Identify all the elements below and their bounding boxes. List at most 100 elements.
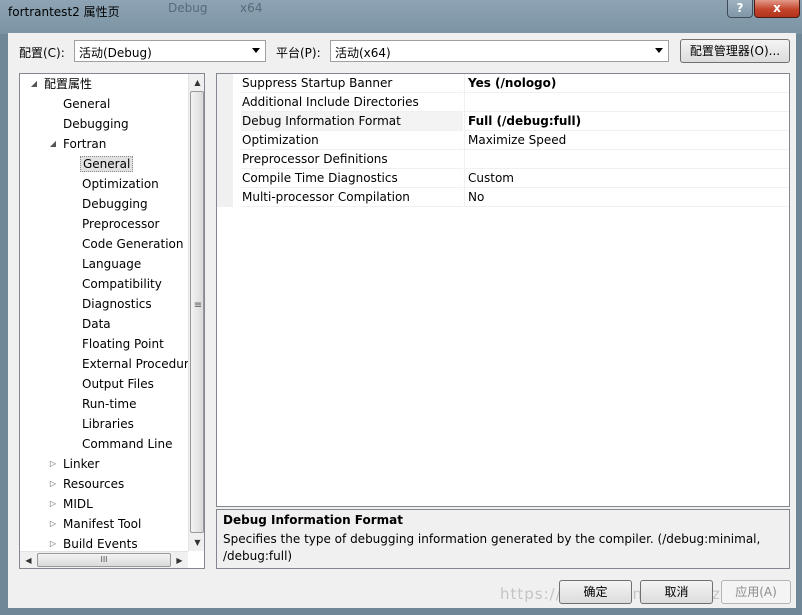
description-line: Specifies the type of debugging informat… [223, 532, 761, 546]
property-name: Multi-processor Compilation [241, 188, 463, 207]
help-button[interactable]: ? [727, 0, 753, 18]
property-value[interactable]: Yes (/nologo) [464, 74, 789, 93]
tree-node-label: General [80, 156, 134, 172]
property-row[interactable]: Multi-processor Compilation No [217, 188, 789, 207]
property-grid[interactable]: Suppress Startup Banner Yes (/nologo) Ad… [216, 73, 790, 507]
row-gutter [217, 188, 233, 207]
tree-node-label: Debugging [63, 117, 129, 131]
tree-horizontal-scrollbar[interactable]: ◀ III ▶ [20, 551, 188, 568]
property-name: Preprocessor Definitions [241, 150, 463, 169]
description-body: Specifies the type of debugging informat… [223, 531, 783, 565]
tree-node-label: External Procedur [82, 357, 189, 371]
property-name: Suppress Startup Banner [241, 74, 463, 93]
row-gutter [217, 74, 233, 93]
tree-node-label: Floating Point [82, 337, 164, 351]
property-row-selected[interactable]: Debug Information Format Full (/debug:fu… [217, 112, 789, 131]
ok-button[interactable]: 确定 [559, 580, 632, 604]
tree-node-label: Libraries [82, 417, 134, 431]
tree-node-label: Code Generation [82, 237, 184, 251]
config-combo-value: 活动(Debug) [79, 46, 152, 60]
dialog-client: 配置(C): 活动(Debug) 平台(P): 活动(x64) 配置管理器(O)… [8, 33, 796, 608]
tree-node-optimization[interactable]: Optimization [82, 174, 159, 194]
tree-node-label: Preprocessor [82, 217, 160, 231]
apply-button[interactable]: 应用(A) [721, 580, 791, 604]
tree-node-libraries[interactable]: Libraries [82, 414, 134, 434]
scroll-up-icon[interactable]: ▲ [189, 74, 204, 91]
property-value[interactable]: Maximize Speed [464, 131, 789, 150]
ghost-menu-platform: x64 [240, 1, 263, 15]
row-gutter [217, 112, 233, 131]
property-value[interactable]: Full (/debug:full) [464, 112, 789, 131]
property-row[interactable]: Suppress Startup Banner Yes (/nologo) [217, 74, 789, 93]
window-title: fortrantest2 属性页 [8, 5, 120, 19]
config-manager-button[interactable]: 配置管理器(O)... [680, 39, 790, 63]
tree-node-label: Run-time [82, 397, 137, 411]
tree-node-label: Data [82, 317, 111, 331]
chevron-down-icon [252, 48, 260, 53]
expanded-icon[interactable]: ◢ [48, 134, 58, 154]
chevron-down-icon [655, 48, 663, 53]
tree-node-label: Debugging [82, 197, 148, 211]
cancel-button[interactable]: 取消 [640, 580, 713, 604]
tree-node-diagnostics[interactable]: Diagnostics [82, 294, 152, 314]
config-combo[interactable]: 活动(Debug) [74, 40, 266, 62]
tree-node-preprocessor[interactable]: Preprocessor [82, 214, 159, 234]
tree-node-label: Manifest Tool [63, 517, 142, 531]
tree-node-label: Output Files [82, 377, 154, 391]
description-panel: Debug Information Format Specifies the t… [216, 509, 790, 569]
property-value[interactable]: Custom [464, 169, 789, 188]
description-title: Debug Information Format [223, 513, 404, 527]
tree-node-code-generation[interactable]: Code Generation [82, 234, 183, 254]
tree-node-compatibility[interactable]: Compatibility [82, 274, 162, 294]
tree-node-external-procedures[interactable]: External Procedur [82, 354, 189, 374]
property-row[interactable]: Compile Time Diagnostics Custom [217, 169, 789, 188]
tree-node-label: MIDL [63, 497, 93, 511]
tree-node-label: 配置属性 [44, 77, 93, 91]
tree-node-command-line[interactable]: Command Line [82, 434, 173, 454]
property-row[interactable]: Preprocessor Definitions [217, 150, 789, 169]
expanded-icon[interactable]: ◢ [29, 74, 39, 94]
tree-node-label: Linker [63, 457, 100, 471]
tree-node-label: Optimization [82, 177, 159, 191]
property-tree[interactable]: ◢ 配置属性 General Debugging ◢ Fortran Gener… [19, 73, 205, 569]
vertical-scroll-thumb[interactable]: ≡ [190, 91, 204, 533]
property-name: Optimization [241, 131, 463, 150]
platform-combo[interactable]: 活动(x64) [330, 40, 669, 62]
tree-node-label: General [63, 97, 111, 111]
tree-node-debugging[interactable]: Debugging [63, 114, 129, 134]
row-gutter [217, 169, 233, 188]
tree-node-label: Compatibility [82, 277, 162, 291]
tree-node-output-files[interactable]: Output Files [82, 374, 154, 394]
tree-node-label: Fortran [63, 137, 107, 151]
tree-node-label: Resources [63, 477, 125, 491]
tree-vertical-scrollbar[interactable]: ▲ ≡ ▼ [188, 74, 204, 551]
config-label: 配置(C): [19, 46, 65, 60]
collapsed-icon[interactable]: ▷ [48, 454, 58, 474]
property-value[interactable] [464, 150, 789, 169]
collapsed-icon[interactable]: ▷ [48, 494, 58, 514]
property-row[interactable]: Additional Include Directories [217, 93, 789, 112]
row-gutter [217, 131, 233, 150]
tree-node-floating-point[interactable]: Floating Point [82, 334, 164, 354]
property-row[interactable]: Optimization Maximize Speed [217, 131, 789, 150]
collapsed-icon[interactable]: ▷ [48, 474, 58, 494]
tree-node-run-time[interactable]: Run-time [82, 394, 136, 414]
tree-node-label: Language [82, 257, 142, 271]
tree-node-general[interactable]: General [63, 94, 110, 114]
property-name: Debug Information Format [241, 112, 463, 131]
horizontal-scroll-thumb[interactable]: III [37, 553, 171, 567]
close-button[interactable]: x [754, 0, 800, 18]
tree-node-data[interactable]: Data [82, 314, 111, 334]
scroll-down-icon[interactable]: ▼ [189, 534, 204, 551]
platform-label: 平台(P): [276, 46, 321, 60]
tree-node-fortran-debugging[interactable]: Debugging [82, 194, 148, 214]
tree-node-language[interactable]: Language [82, 254, 141, 274]
scroll-right-icon[interactable]: ▶ [171, 552, 188, 568]
collapsed-icon[interactable]: ▷ [48, 514, 58, 534]
row-gutter [217, 93, 233, 112]
scroll-left-icon[interactable]: ◀ [20, 552, 37, 568]
tree-node-fortran-general[interactable]: General [80, 154, 134, 174]
ghost-menu-debug: Debug [168, 1, 208, 15]
property-value[interactable]: No [464, 188, 789, 207]
property-value[interactable] [464, 93, 789, 112]
